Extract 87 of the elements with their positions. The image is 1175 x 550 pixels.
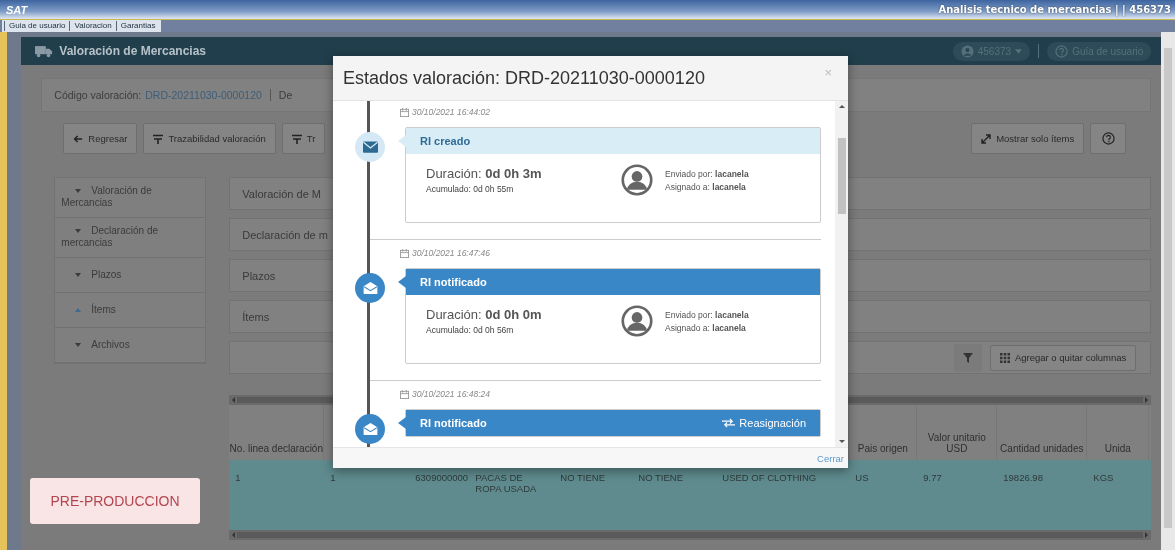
sent-by-text: Enviado por: lacanela	[665, 309, 749, 320]
column-header[interactable]: Valor unitario USD	[917, 432, 997, 454]
page-scrollbar[interactable]	[1161, 32, 1175, 550]
list-icon	[153, 133, 164, 144]
caret-icon	[75, 342, 82, 347]
table-cell: 6309000000	[415, 472, 469, 483]
duration-text: Duración: 0d 0h 3m	[426, 166, 543, 181]
show-items-button[interactable]: Mostrar solo ítems	[971, 123, 1085, 154]
column-header[interactable]: Pais origen	[857, 443, 908, 454]
calendar-icon	[400, 107, 409, 117]
status-title: RI creado	[420, 135, 471, 147]
app-title: Valoración de Mercancias	[59, 44, 207, 58]
code-label: Código valoración:	[54, 89, 142, 101]
column-header[interactable]: Cantidad unidades	[1000, 443, 1084, 454]
table-cell: NO TIENE	[638, 472, 683, 483]
table-cell: PACAS DE ROPA USADA	[475, 472, 537, 494]
help-button[interactable]	[1090, 123, 1127, 154]
logo: SAT	[6, 3, 28, 16]
table-cell: KGS	[1093, 472, 1114, 483]
grid-icon	[999, 352, 1010, 363]
assigned-to-text: Asignado a: lacanela	[665, 322, 747, 333]
swap-arrows-icon	[722, 418, 736, 428]
help-icon	[1055, 44, 1069, 58]
accordion-item[interactable]: Ítems	[55, 293, 206, 328]
horizontal-scrollbar[interactable]	[229, 530, 1152, 540]
section-title[interactable]: Plazos	[242, 269, 276, 282]
table-cell: 19826.98	[1003, 472, 1043, 483]
caret-icon	[75, 272, 82, 277]
caret-down-icon	[1015, 48, 1023, 54]
accordion-item[interactable]: Valoración de Mercancias	[55, 178, 206, 218]
list-icon	[291, 133, 302, 144]
accordion-item[interactable]: Archivos	[55, 328, 206, 363]
dialog-title: Estados valoración: DRD-20211030-0000120	[343, 67, 705, 89]
help-icon	[1101, 132, 1115, 145]
columns-button[interactable]: Agregar o quitar columnas	[989, 344, 1137, 371]
accumulated-text: Acumulado: 0d 0h 55m	[426, 184, 515, 194]
calendar-icon	[400, 248, 409, 258]
toolbar-button[interactable]: Trazabilidad valoración	[143, 123, 276, 154]
entry-date: 30/10/2021 16:47:46	[400, 246, 821, 260]
accordion-item[interactable]: Plazos	[55, 258, 206, 293]
context-text: Analisis tecnico de mercancias | | 456373	[938, 4, 1171, 15]
caret-icon	[75, 307, 82, 312]
table-cell: US	[855, 472, 869, 483]
entry-date: 30/10/2021 16:48:24	[400, 387, 821, 401]
table-cell: USED OF CLOTHING	[722, 472, 817, 483]
menu-link[interactable]: Guia de usuario	[4, 21, 70, 31]
table-cell: 9.77	[923, 472, 942, 483]
envelope-icon	[362, 141, 378, 153]
reassignment-label: Reasignación	[722, 417, 806, 429]
open-envelope-icon	[362, 282, 378, 294]
environment-badge: PRE-PRODUCCION	[30, 478, 200, 524]
calendar-icon	[400, 389, 409, 399]
column-header[interactable]: Unida	[1104, 443, 1131, 454]
menu-link[interactable]: Garantias	[115, 21, 160, 31]
accordion-item[interactable]: Declaración de mercancias	[55, 218, 206, 258]
filter-button[interactable]	[953, 343, 982, 372]
close-button[interactable]: ×	[818, 64, 838, 81]
avatar-icon	[621, 164, 653, 196]
dialog-scrollbar[interactable]	[835, 101, 848, 447]
open-envelope-icon	[362, 423, 378, 435]
caret-icon	[75, 228, 82, 233]
table-cell: 1	[330, 472, 336, 483]
avatar-icon	[621, 305, 653, 337]
truck-icon	[35, 44, 54, 58]
entry-date: 30/10/2021 16:44:02	[400, 105, 821, 119]
menu-link[interactable]: Valoracion	[69, 21, 116, 31]
code-link[interactable]: DRD-20211030-0000120	[145, 89, 262, 101]
table-cell: 1	[235, 472, 241, 483]
assigned-to-text: Asignado a: lacanela	[665, 181, 747, 192]
column-header[interactable]: No. linea declaración	[229, 443, 323, 454]
user-icon	[960, 44, 974, 58]
duration-text: Duración: 0d 0h 0m	[426, 307, 543, 322]
code-next-label: De	[278, 89, 293, 101]
table-cell: NO TIENE	[560, 472, 605, 483]
caret-icon	[75, 188, 82, 193]
expand-arrow-icon	[981, 133, 992, 144]
status-title: RI notificado	[420, 417, 487, 429]
section-title[interactable]: Ítems	[242, 310, 270, 323]
filter-icon	[962, 352, 973, 363]
sent-by-text: Enviado por: lacanela	[665, 168, 749, 179]
section-title[interactable]: Valoración de M	[242, 187, 321, 200]
status-title: RI notificado	[420, 276, 487, 288]
section-title[interactable]: Declaración de m	[242, 228, 328, 241]
toolbar-button[interactable]: Tr	[281, 123, 326, 154]
accumulated-text: Acumulado: 0d 0h 56m	[426, 325, 515, 335]
arrow-left-icon	[73, 133, 84, 144]
back-button[interactable]: Regresar	[63, 123, 138, 154]
